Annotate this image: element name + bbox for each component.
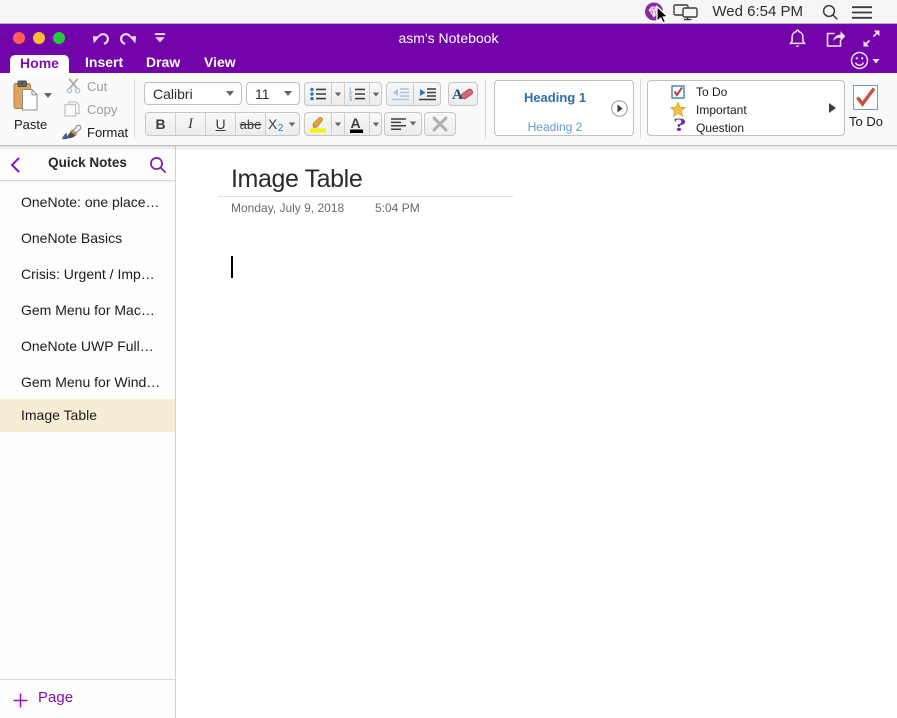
svg-text:A: A — [351, 116, 361, 131]
svg-text:3: 3 — [349, 97, 352, 101]
